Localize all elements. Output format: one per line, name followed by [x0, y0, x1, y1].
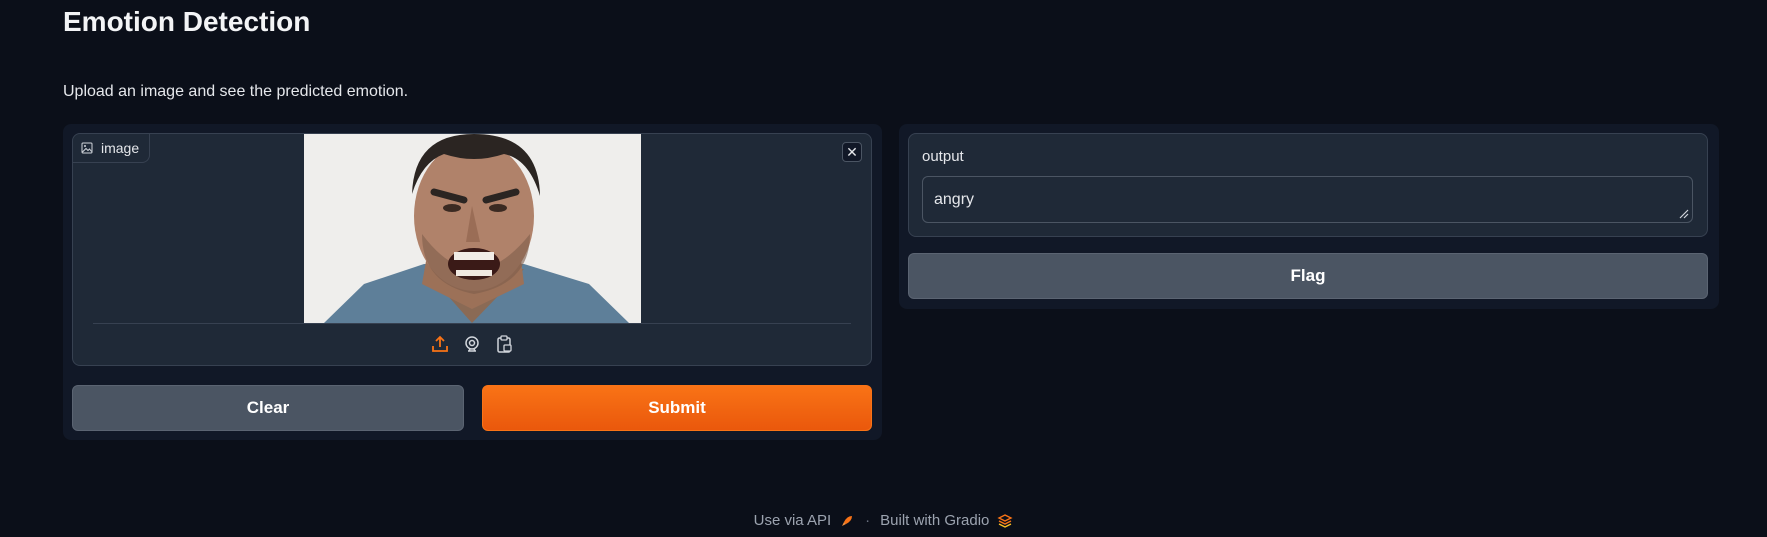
image-input[interactable]: image ✕: [72, 133, 872, 366]
gradio-logo-icon: [997, 513, 1013, 528]
clear-image-button[interactable]: ✕: [842, 142, 862, 162]
output-label: output: [922, 148, 964, 165]
uploaded-image-preview: [304, 134, 641, 323]
resize-handle-icon[interactable]: [1679, 209, 1689, 219]
output-panel: output angry Flag: [899, 124, 1719, 309]
image-icon: [81, 142, 93, 154]
rocket-icon: [842, 515, 853, 526]
output-block: output angry: [908, 133, 1708, 237]
source-divider: [93, 323, 851, 324]
output-textbox[interactable]: angry: [922, 176, 1693, 223]
input-panel: image ✕ Clear Submit: [63, 124, 882, 440]
clipboard-icon[interactable]: [493, 333, 515, 355]
output-value: angry: [934, 191, 975, 208]
submit-button[interactable]: Submit: [482, 385, 872, 431]
page-title: Emotion Detection: [63, 6, 311, 37]
flag-button[interactable]: Flag: [908, 253, 1708, 299]
image-label-text: image: [101, 140, 140, 156]
image-block-label: image: [73, 134, 151, 163]
webcam-icon[interactable]: [461, 333, 483, 355]
clear-button[interactable]: Clear: [72, 385, 464, 431]
page-description: Upload an image and see the predicted em…: [63, 83, 409, 100]
use-via-api-link[interactable]: Use via API: [754, 512, 856, 529]
image-source-selector: [73, 333, 871, 355]
built-with-gradio-label: Built with Gradio: [880, 512, 990, 529]
built-with-gradio-link[interactable]: Built with Gradio: [880, 512, 1013, 529]
close-icon: ✕: [846, 143, 858, 160]
use-via-api-label: Use via API: [753, 512, 832, 529]
footer-separator: ·: [865, 512, 871, 529]
footer: Use via API · Built with Gradio: [0, 512, 1767, 529]
upload-icon[interactable]: [429, 333, 451, 355]
